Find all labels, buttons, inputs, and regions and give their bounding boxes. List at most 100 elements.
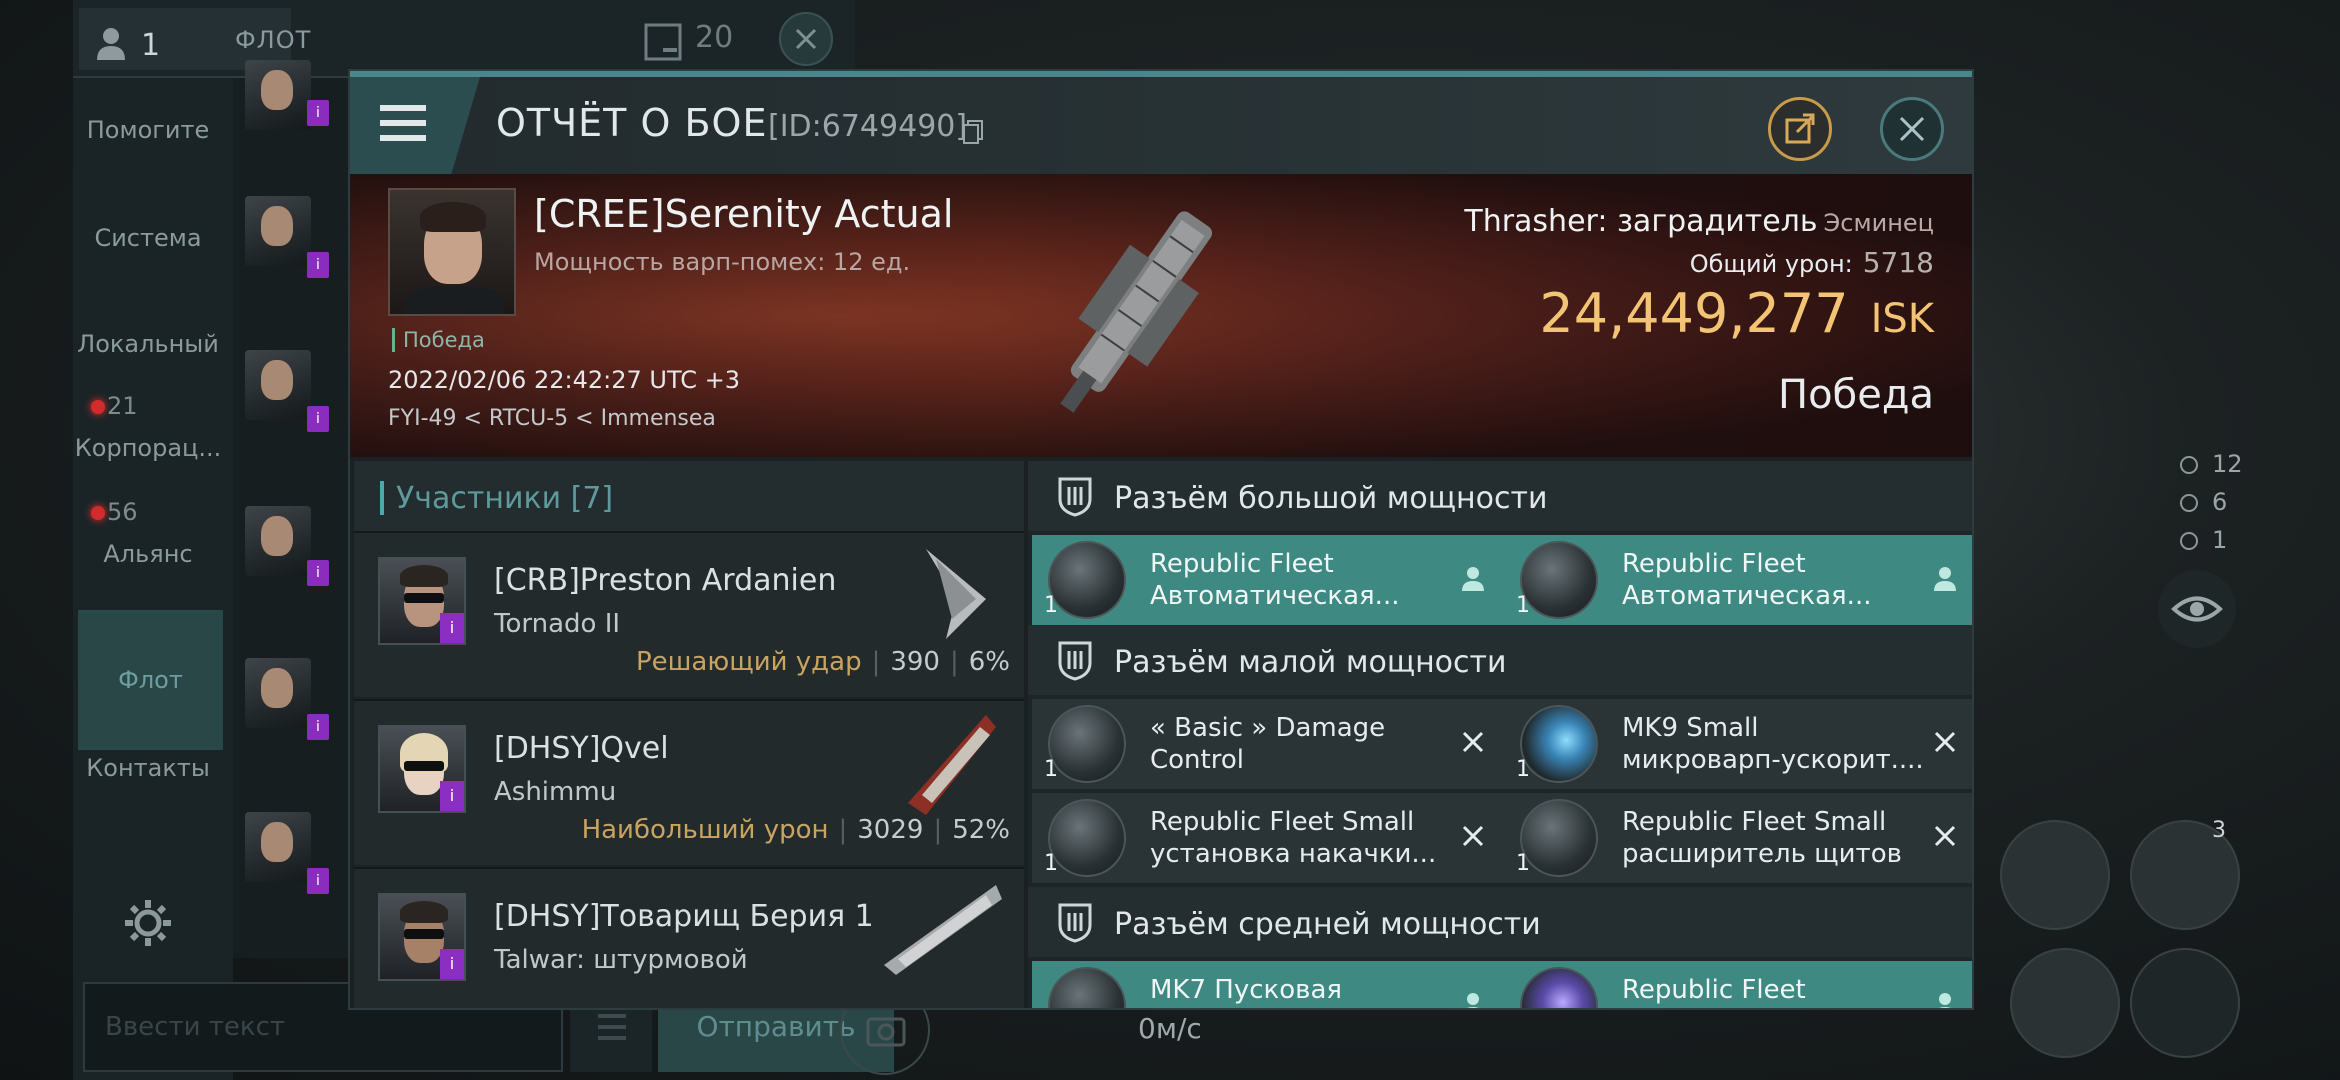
participant-row[interactable]: i [DHSY]Товарищ Берия 1 Talwar: штурмово… [354, 867, 1024, 1008]
participant-portrait[interactable]: i [378, 893, 466, 981]
fittings-panel: Разъём большой мощности 1 Republic Fleet… [1028, 461, 1972, 1008]
nav-item-system[interactable]: Система [73, 224, 223, 252]
destroyed-module[interactable]: 1 Republic Fleet Small установка накачки… [1032, 793, 1504, 883]
participant-ship: Talwar: штурмовой [494, 945, 748, 975]
shield-icon [1048, 799, 1126, 877]
shield-extender-icon [1520, 799, 1598, 877]
fleet-close-button[interactable] [779, 12, 833, 66]
avatar[interactable] [245, 658, 311, 728]
victim-portrait[interactable] [388, 188, 516, 316]
isk-value: 24,449,277 [1539, 282, 1849, 345]
hud-stat-value: 6 [2212, 488, 2228, 516]
low-slot-header: Разъём малой мощности [1028, 625, 1972, 695]
participant-ship-image [926, 549, 986, 639]
participant-portrait[interactable]: i [378, 557, 466, 645]
divider: | [949, 647, 959, 677]
participant-percent: 52% [952, 815, 1010, 845]
nav-item-help[interactable]: Помогите [73, 116, 223, 144]
high-slot-icon [1058, 477, 1092, 517]
launcher-module-icon [1048, 967, 1126, 1008]
turret-module-icon [1520, 541, 1598, 619]
kill-location[interactable]: FYI-49 < RTCU-5 < Immensea [388, 406, 716, 431]
nav-item-local[interactable]: Локальный [73, 330, 223, 358]
destroyed-x-icon [1462, 731, 1484, 753]
module-quantity: 1 [1516, 851, 1530, 876]
left-nav: Помогите Система Локальный 21 Корпорац..… [73, 78, 233, 1080]
destroyed-module[interactable]: 1 MK9 Small микроварп-ускорит.... [1504, 699, 1972, 789]
total-damage-value: 5718 [1862, 246, 1934, 279]
high-slot-header: Разъём большой мощности [1028, 461, 1972, 531]
divider: | [871, 647, 881, 677]
avatar[interactable] [245, 812, 311, 882]
module-name: MK9 Small [1622, 713, 1759, 743]
close-icon [795, 28, 817, 50]
header-accent [380, 481, 384, 515]
fitted-module[interactable]: 1 Republic Fleet Автоматическая... [1504, 535, 1972, 625]
participant-stats: Наибольший урон | 3029 | 52% [582, 815, 1010, 845]
menu-icon [380, 105, 426, 111]
module-name: « Basic » Damage [1150, 713, 1386, 743]
fleet-top-bar: 1 ФЛОТ 20 [73, 0, 855, 78]
destroyed-module[interactable]: 1 Republic Fleet Small расширитель щитов [1504, 793, 1972, 883]
copy-icon[interactable] [962, 119, 984, 145]
dropped-person-icon [1467, 993, 1479, 1008]
avatar[interactable] [245, 60, 311, 130]
module-quantity: 1 [1516, 757, 1530, 782]
participant-name: [DHSY]Товарищ Берия 1 [494, 899, 874, 934]
hud-stat-row: 6 [2180, 488, 2227, 516]
visibility-button[interactable] [2158, 570, 2236, 648]
ship-module-slot[interactable] [2130, 948, 2240, 1058]
fitted-module[interactable]: 1 Republic Fleet Автоматическая... [1032, 535, 1504, 625]
fitted-module[interactable]: 1 MK7 Пусковая [1032, 961, 1504, 1008]
participant-ship-image [908, 715, 996, 815]
ship-module-slot[interactable] [2000, 820, 2110, 930]
person-icon [97, 28, 125, 60]
portrait-hair [400, 565, 448, 587]
nav-item-fleet[interactable]: Флот [78, 610, 223, 750]
module-icon [1520, 967, 1598, 1008]
fleet-member-count: 1 [141, 28, 161, 63]
hud-stat-value: 1 [2212, 526, 2228, 554]
participants-header[interactable]: Участники [7] [354, 461, 1024, 531]
participants-title: Участники [7] [396, 481, 614, 516]
low-slot-icon [1058, 641, 1092, 681]
hud-stat-value: 12 [2212, 450, 2243, 478]
destroyed-module[interactable]: 1 « Basic » Damage Control [1032, 699, 1504, 789]
drone-icon [2180, 494, 2198, 512]
module-count-badge: 3 [2212, 818, 2226, 843]
gear-icon[interactable] [121, 896, 175, 950]
victim-ship-name[interactable]: Thrasher: заградитель [1464, 204, 1817, 239]
nav-item-alliance[interactable]: Альянс [73, 540, 223, 568]
participant-ship-image [884, 885, 1002, 975]
nav-item-contacts[interactable]: Контакты [73, 754, 223, 782]
dropped-person-icon [1462, 567, 1484, 591]
divider: | [838, 815, 848, 845]
victim-ship-type: Thrasher: заградитель Эсминец [1464, 204, 1934, 239]
avatar[interactable] [245, 196, 311, 266]
menu-icon [380, 135, 426, 141]
menu-button[interactable] [350, 77, 480, 174]
victim-name[interactable]: [CREE]Serenity Actual [534, 192, 953, 236]
participant-row[interactable]: i [DHSY]Qvel Ashimmu Наибольший урон | 302… [354, 699, 1024, 865]
dropped-person-icon [1939, 993, 1951, 1008]
participant-damage: 390 [890, 647, 940, 677]
module-name: Republic Fleet Small [1622, 807, 1887, 837]
participant-ship: Tornado II [494, 609, 621, 639]
avatar[interactable] [245, 350, 311, 420]
victim-ship-image[interactable] [1030, 188, 1230, 448]
low-slot-label: Разъём малой мощности [1114, 645, 1507, 680]
close-button[interactable] [1880, 97, 1944, 161]
corp-badge-icon: i [307, 560, 329, 586]
participant-row[interactable]: i [CRB]Preston Ardanien Tornado II Решаю… [354, 531, 1024, 697]
alliance-unread-count: 56 [107, 498, 138, 526]
ship-module-slot[interactable] [2010, 948, 2120, 1058]
avatar[interactable] [245, 506, 311, 576]
nav-item-corporation[interactable]: Корпорац... [73, 434, 223, 462]
kill-timestamp: 2022/02/06 22:42:27 UTC +3 [388, 366, 740, 394]
share-button[interactable] [1768, 97, 1832, 161]
participant-portrait[interactable]: i [378, 725, 466, 813]
fitted-module[interactable]: 1 Republic Fleet [1504, 961, 1972, 1008]
mid-slot-icon [1058, 903, 1092, 943]
participant-role: Решающий удар [635, 647, 862, 677]
high-slot-label: Разъём большой мощности [1114, 481, 1548, 516]
